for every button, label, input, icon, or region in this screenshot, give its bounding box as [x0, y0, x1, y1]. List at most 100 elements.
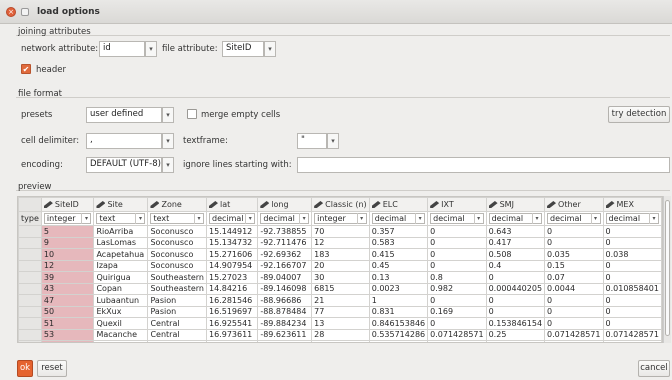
close-icon[interactable]: × — [6, 6, 16, 17]
file-attribute-select[interactable]: SiteID — [222, 41, 264, 57]
table-cell[interactable]: 16.519697 — [205, 305, 259, 318]
table-cell[interactable]: Acapetahua — [93, 248, 149, 261]
table-row[interactable]: 47 Lubaantun Pasion 16.281546 -88.96686 21 1 0 0… — [18, 294, 662, 307]
chevron-down-icon[interactable]: ▾ — [473, 213, 483, 224]
table-cell[interactable]: 53 — [40, 328, 95, 341]
chevron-down-icon[interactable]: ▾ — [194, 213, 203, 224]
table-cell[interactable]: 0.831 — [368, 305, 429, 318]
table-cell[interactable]: -89.66885 — [257, 340, 313, 342]
table-cell[interactable]: Southeastern — [147, 282, 207, 295]
table-cell[interactable]: 0 — [544, 236, 604, 249]
table-cell[interactable]: Salpeten — [93, 340, 149, 342]
chevron-down-icon[interactable]: ▾ — [245, 213, 254, 224]
table-cell[interactable]: 0 — [427, 248, 487, 261]
column-type-select[interactable]: text ▾ — [150, 213, 204, 224]
chevron-down-icon[interactable]: ▾ — [162, 133, 174, 149]
column-header[interactable]: SMJ — [485, 197, 546, 212]
table-cell[interactable]: 30 — [311, 271, 370, 284]
table-cell[interactable]: Central — [147, 328, 207, 341]
table-cell[interactable]: Macanche — [93, 328, 149, 341]
column-header[interactable]: MEX — [602, 197, 662, 212]
column-header[interactable]: Classic (n) — [311, 197, 370, 212]
table-cell[interactable]: -88.878484 — [257, 305, 313, 318]
table-cell[interactable]: Izapa — [93, 259, 149, 272]
table-cell[interactable]: 0 — [427, 294, 487, 307]
table-cell[interactable]: Southeastern — [147, 271, 207, 284]
column-type-select[interactable]: decimal ▾ — [605, 213, 659, 224]
network-attribute-select[interactable]: id — [99, 41, 145, 57]
cancel-button[interactable]: cancel — [638, 360, 670, 377]
table-row[interactable]: 5 RioArriba Soconusco 15.144912 -92.738855 70… — [18, 225, 662, 238]
column-type-select[interactable]: decimal ▾ — [260, 213, 310, 224]
column-header[interactable]: Other — [544, 197, 604, 212]
table-cell[interactable]: 0.357 — [368, 225, 429, 238]
table-cell[interactable]: 70 — [311, 225, 370, 238]
table-cell[interactable]: 0.15 — [544, 259, 604, 272]
table-cell[interactable]: 0.45 — [368, 259, 429, 272]
table-cell[interactable]: 12 — [40, 259, 95, 272]
table-cell[interactable]: 0 — [602, 225, 662, 238]
table-cell[interactable]: 6815 — [311, 282, 370, 295]
column-header[interactable]: ELC — [368, 197, 429, 212]
ok-button[interactable]: ok — [17, 360, 33, 377]
table-cell[interactable]: 0.643 — [485, 225, 546, 238]
chevron-down-icon[interactable]: ▾ — [356, 213, 366, 224]
chevron-down-icon[interactable]: ▾ — [135, 213, 144, 224]
row-header[interactable] — [18, 225, 42, 238]
column-header[interactable]: SiteID — [40, 197, 95, 212]
ignore-lines-input[interactable] — [297, 157, 670, 173]
chevron-down-icon[interactable]: ▾ — [649, 213, 658, 224]
table-cell[interactable]: Soconusco — [147, 225, 207, 238]
table-cell[interactable]: 16.973611 — [205, 328, 259, 341]
table-cell[interactable]: 0.169 — [427, 305, 487, 318]
table-cell[interactable]: 5 — [40, 225, 95, 238]
table-cell[interactable]: -89.04007 — [257, 271, 313, 284]
chevron-down-icon[interactable]: ▾ — [264, 41, 276, 57]
table-cell[interactable]: Soconusco — [147, 236, 207, 249]
header-checkbox[interactable]: ✔ — [21, 64, 31, 74]
row-header[interactable] — [18, 340, 42, 342]
table-cell[interactable]: Pasion — [147, 305, 207, 318]
row-header[interactable] — [18, 317, 42, 330]
table-cell[interactable]: 0 — [427, 259, 487, 272]
column-header[interactable]: IXT — [427, 197, 487, 212]
table-cell[interactable]: 0 — [544, 317, 604, 330]
table-cell[interactable]: 0 — [544, 305, 604, 318]
reset-button[interactable]: reset — [37, 360, 67, 377]
table-cell[interactable]: EkXux — [93, 305, 149, 318]
table-cell[interactable]: 0 — [427, 225, 487, 238]
table-cell[interactable]: 0 — [602, 305, 662, 318]
table-cell[interactable]: -89.884234 — [257, 317, 313, 330]
vertical-scrollbar[interactable] — [663, 196, 671, 343]
table-cell[interactable]: 39 — [40, 271, 95, 284]
textframe-input[interactable]: " — [297, 133, 327, 149]
column-type-select[interactable]: text ▾ — [96, 213, 146, 224]
table-cell[interactable]: 14.84216 — [205, 282, 259, 295]
table-cell[interactable]: 0.25 — [485, 328, 546, 341]
row-header[interactable] — [18, 259, 42, 272]
table-cell[interactable]: 0 — [544, 225, 604, 238]
row-header[interactable] — [18, 236, 42, 249]
table-cell[interactable]: 0 — [544, 294, 604, 307]
scrollbar-thumb[interactable] — [665, 200, 670, 336]
column-type-select[interactable]: integer ▾ — [43, 213, 92, 224]
table-cell[interactable]: -92.738855 — [257, 225, 313, 238]
table-cell[interactable]: Central — [147, 317, 207, 330]
table-cell[interactable]: 15.27023 — [205, 271, 259, 284]
row-header[interactable] — [18, 328, 42, 341]
table-cell[interactable]: 0 — [485, 340, 546, 342]
chevron-down-icon[interactable]: ▾ — [162, 107, 174, 123]
chevron-down-icon[interactable]: ▾ — [299, 213, 308, 224]
table-cell[interactable]: -92.166707 — [257, 259, 313, 272]
column-type-select[interactable]: decimal ▾ — [488, 213, 543, 224]
table-cell[interactable]: 21 — [311, 294, 370, 307]
table-cell[interactable]: -89.146098 — [257, 282, 313, 295]
table-cell[interactable]: 0 — [544, 340, 604, 342]
table-cell[interactable]: Central — [147, 340, 207, 342]
chevron-down-icon[interactable]: ▾ — [81, 213, 90, 224]
table-cell[interactable]: -92.711476 — [257, 236, 313, 249]
table-cell[interactable]: Quexil — [93, 317, 149, 330]
table-cell[interactable]: LasLomas — [93, 236, 149, 249]
chevron-down-icon[interactable]: ▾ — [415, 213, 424, 224]
column-header[interactable]: Site — [93, 197, 149, 212]
